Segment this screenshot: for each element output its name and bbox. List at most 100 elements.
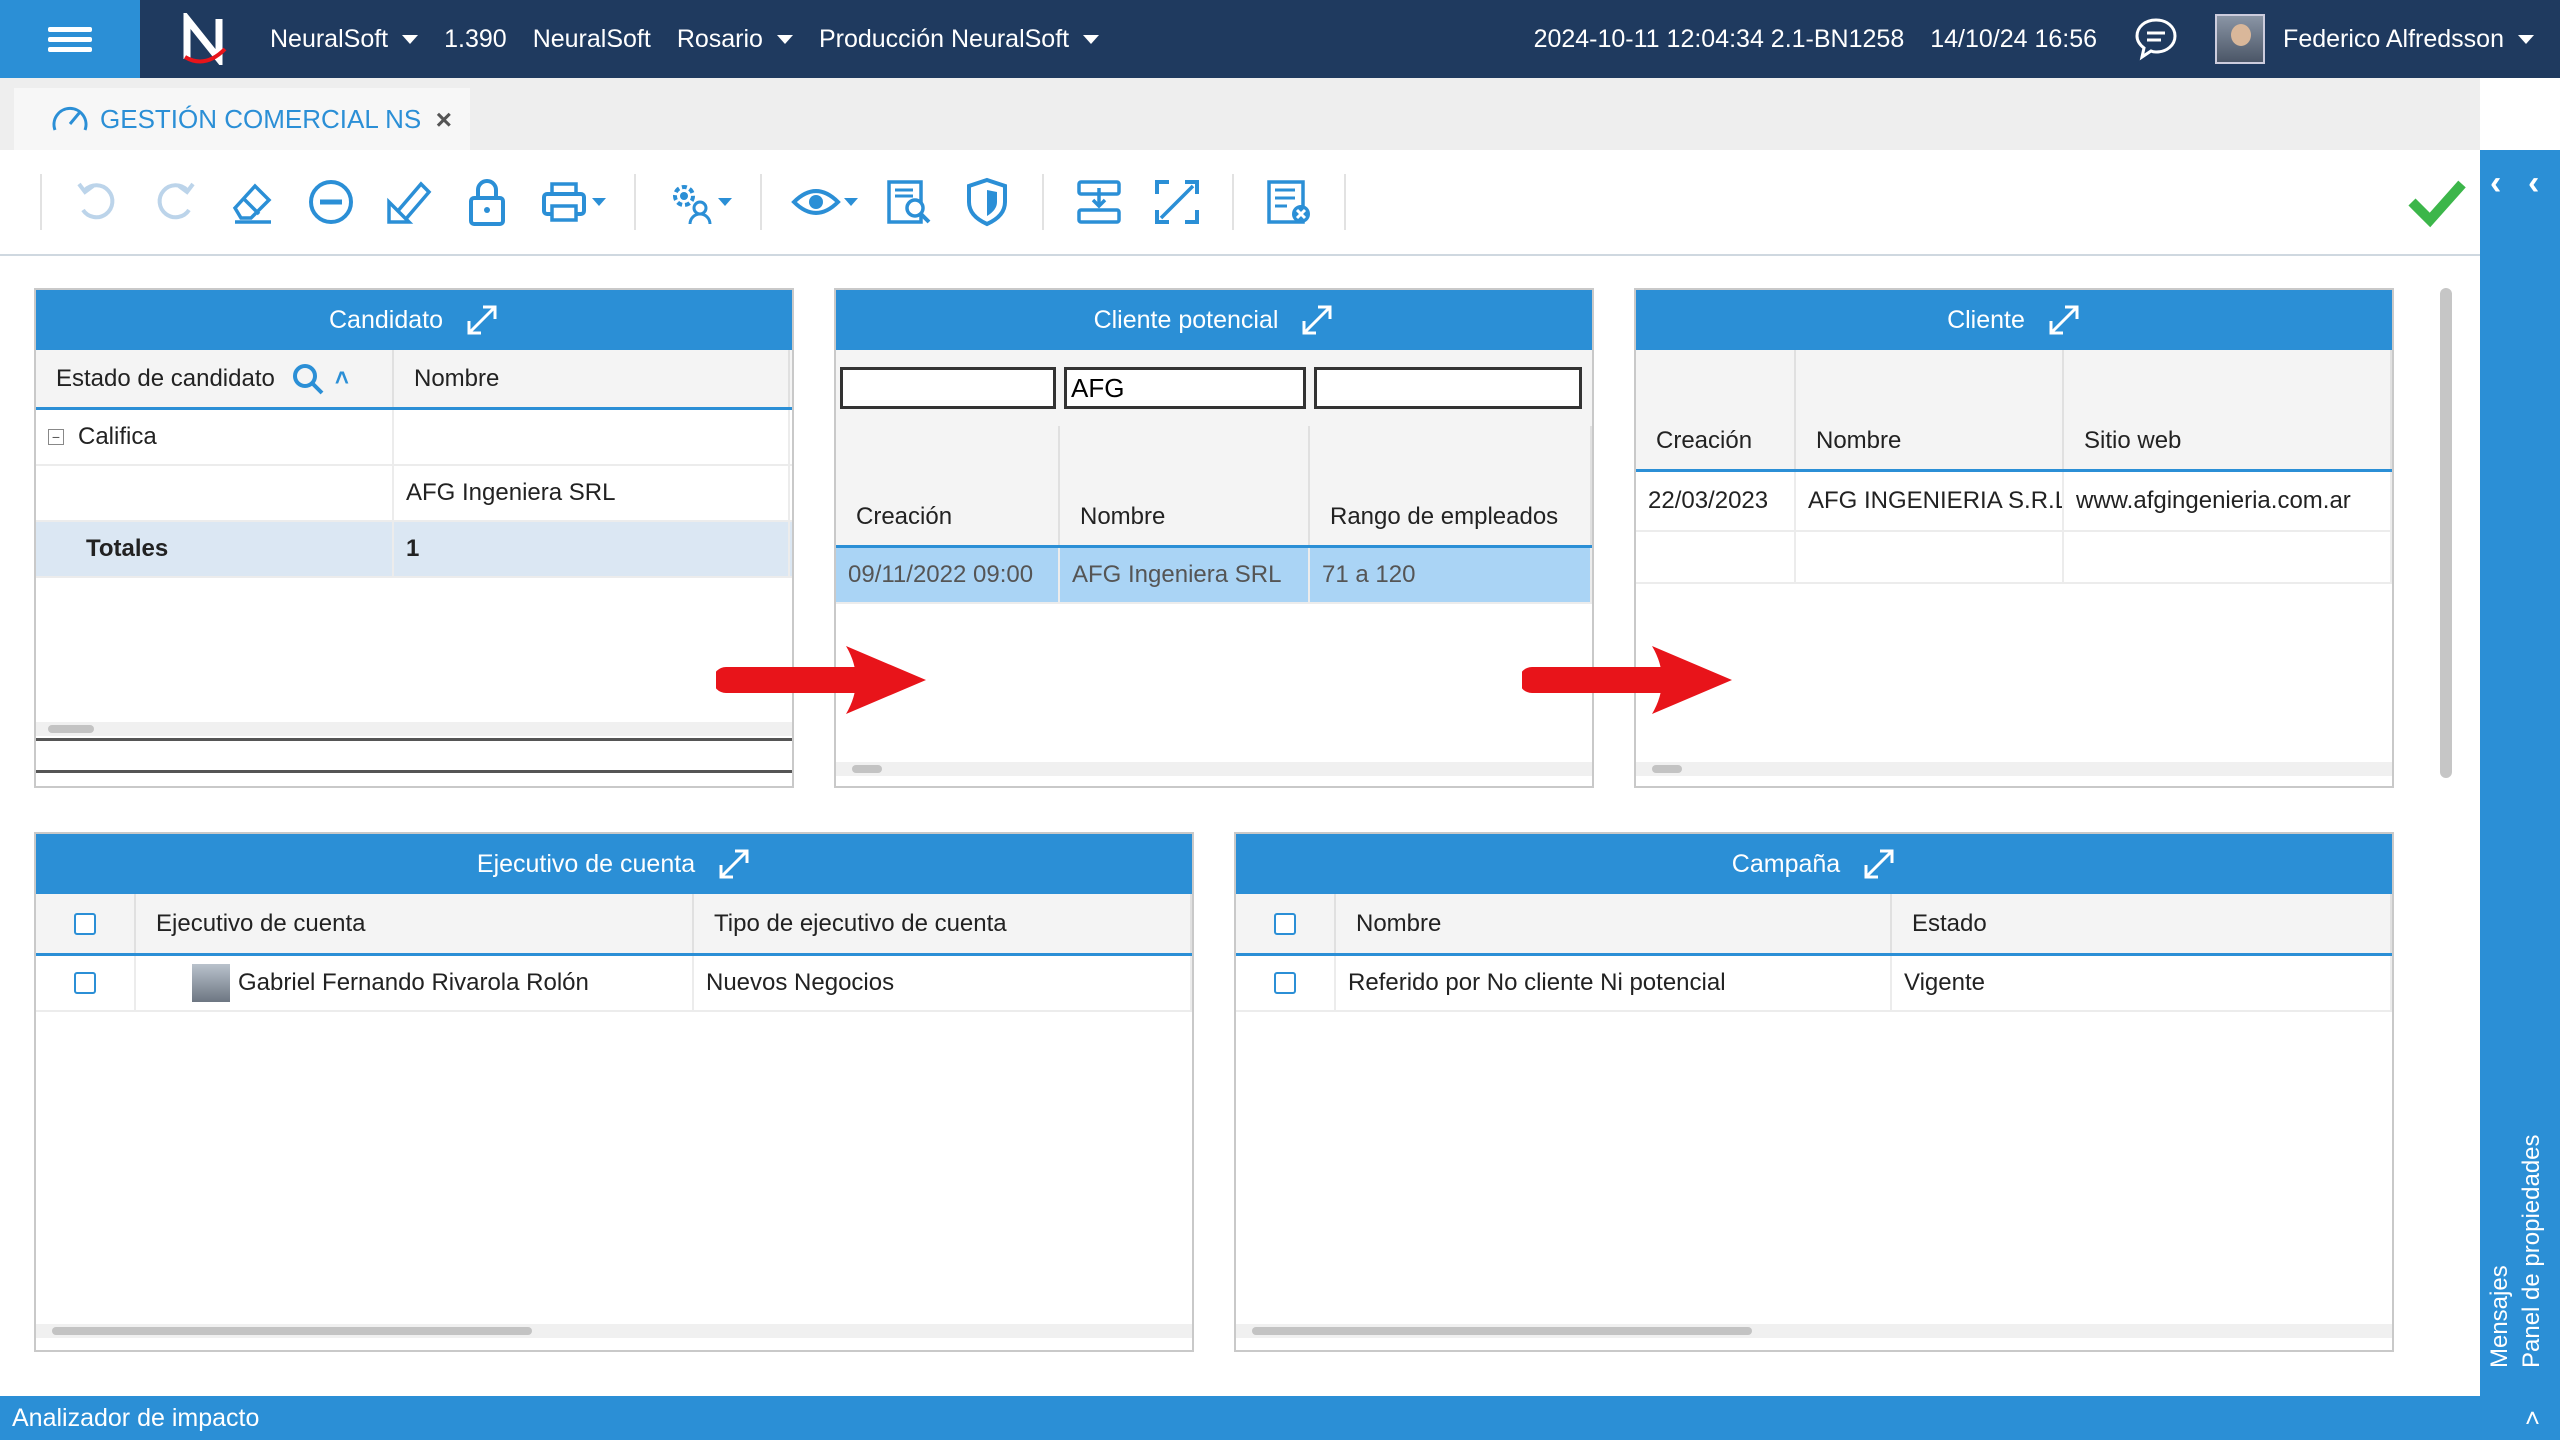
tab-gestion-comercial[interactable]: GESTIÓN COMERCIAL NS × [14,88,470,150]
chat-icon[interactable] [2133,16,2179,62]
horizontal-scrollbar[interactable] [36,1324,1192,1338]
delete-list-button[interactable] [1250,163,1328,241]
version-label: 1.390 [444,24,507,53]
column-header-nombre[interactable]: Nombre [1796,350,2064,469]
column-header-estado[interactable]: Estado [1892,894,2392,953]
table-row[interactable]: AFG Ingeniera SRL [36,466,792,522]
column-header-tipo-ejecutivo[interactable]: Tipo de ejecutivo de cuenta [694,894,1192,953]
column-header-estado[interactable]: Estado de candidato ˄ [36,350,394,407]
user-menu[interactable]: Federico Alfredsson [2283,25,2534,54]
toolbar-separator [1042,174,1044,230]
column-header-nombre[interactable]: Nombre [1336,894,1892,953]
view-button[interactable] [778,163,870,241]
column-header-ejecutivo[interactable]: Ejecutivo de cuenta [136,894,694,953]
panel-ejecutivo-de-cuenta: Ejecutivo de cuenta Ejecutivo de cuenta … [34,832,1194,1352]
location-selector[interactable]: Rosario [677,25,793,54]
menu-button[interactable] [0,0,140,78]
checkmark-icon[interactable] [2406,172,2466,232]
security-button[interactable] [948,163,1026,241]
settings-button[interactable] [652,163,744,241]
search-document-button[interactable] [870,163,948,241]
vertical-scrollbar[interactable] [2436,268,2456,1388]
group-row[interactable]: − Califica [36,410,792,466]
filter-nombre-input[interactable] [1064,367,1306,409]
avatar [192,964,230,1002]
impact-analyzer-label: Analizador de impacto [12,1403,260,1432]
shield-icon [967,177,1007,227]
toolbar-separator [40,174,42,230]
remove-button[interactable] [292,163,370,241]
chevron-left-icon[interactable]: ‹ [2528,164,2539,203]
column-header-creacion[interactable]: Creación [1636,350,1796,469]
chevron-left-icon[interactable]: ‹ [2490,164,2501,203]
filter-creacion-input[interactable] [840,367,1056,409]
sort-up-icon[interactable]: ˄ [335,365,349,393]
company-selector[interactable]: NeuralSoft [270,25,419,54]
neuralsoft-logo [140,13,270,65]
expand-icon[interactable] [1862,847,1896,881]
divider [36,738,792,741]
column-header-nombre[interactable]: Nombre [394,350,790,407]
redo-icon [157,182,195,220]
table-row[interactable]: 09/11/2022 09:00 AFG Ingeniera SRL 71 a … [836,548,1592,604]
toolbar-separator [760,174,762,230]
select-all-checkbox[interactable] [74,912,96,935]
search-icon[interactable] [291,362,325,396]
toolbar-separator [1232,174,1234,230]
sidebar-tab-panel-propiedades[interactable]: Panel de propiedades [2518,1134,2546,1368]
undo-button[interactable] [58,163,136,241]
insert-row-button[interactable] [1060,163,1138,241]
expand-icon[interactable] [1300,303,1334,337]
column-header-creacion[interactable]: Creación [836,426,1060,545]
status-bar[interactable]: Analizador de impacto ˄ [0,1396,2560,1440]
environment-selector[interactable]: Producción NeuralSoft [819,25,1100,54]
column-header-sitio-web[interactable]: Sitio web [2064,350,2392,469]
horizontal-scrollbar[interactable] [836,762,1592,776]
panel-cliente-potencial: Cliente potencial Creación Nombre Rango … [834,288,1594,788]
user-avatar[interactable] [2215,14,2266,64]
insert-row-icon [1077,180,1121,224]
datetime-label: 14/10/24 16:56 [1930,24,2098,53]
panel-header: Candidato [36,290,792,350]
redo-button[interactable] [136,163,214,241]
expand-icon[interactable] [2047,303,2081,337]
chevron-down-icon [402,34,419,44]
sidebar-tab-mensajes[interactable]: Mensajes [2486,1265,2514,1368]
edit-button[interactable] [370,163,448,241]
expand-icon[interactable] [717,847,751,881]
table-row[interactable]: 22/03/2023 AFG INGENIERIA S.R.L. www.afg… [1636,472,2392,532]
row-checkbox[interactable] [1274,972,1296,994]
collapse-icon[interactable]: − [48,429,64,445]
filter-row [836,350,1592,426]
toolbar [0,150,2480,254]
eraser-icon [232,183,272,224]
tab-strip: GESTIÓN COMERCIAL NS × [0,78,2480,150]
column-header-nombre[interactable]: Nombre [1060,426,1310,545]
horizontal-scrollbar[interactable] [1636,762,2392,776]
print-button[interactable] [526,163,618,241]
column-header-rango-empleados[interactable]: Rango de empleados [1310,426,1592,545]
table-row[interactable]: Gabriel Fernando Rivarola Rolón Nuevos N… [36,956,1192,1012]
minus-circle-icon [309,180,353,224]
column-header-row: Nombre Estado [1236,894,2392,956]
horizontal-scrollbar[interactable] [1236,1324,2392,1338]
lock-button[interactable] [448,163,526,241]
panel-header: Ejecutivo de cuenta [36,834,1192,894]
chevron-up-icon[interactable]: ˄ [2525,1403,2540,1434]
expand-icon[interactable] [465,303,499,337]
filter-rango-input[interactable] [1314,367,1582,409]
expand-button[interactable] [1138,163,1216,241]
column-header-row: Ejecutivo de cuenta Tipo de ejecutivo de… [36,894,1192,956]
close-icon[interactable]: × [436,104,452,136]
clear-button[interactable] [214,163,292,241]
eye-icon [791,189,841,215]
divider [36,770,792,773]
chevron-down-icon [776,34,793,44]
horizontal-scrollbar[interactable] [36,722,792,736]
select-all-checkbox[interactable] [1274,912,1296,935]
table-row[interactable]: Referido por No cliente Ni potencial Vig… [1236,956,2392,1012]
empty-row [1636,532,2392,584]
list-remove-icon [1267,180,1310,224]
pencil-ruler-icon [387,181,432,224]
row-checkbox[interactable] [74,972,96,994]
